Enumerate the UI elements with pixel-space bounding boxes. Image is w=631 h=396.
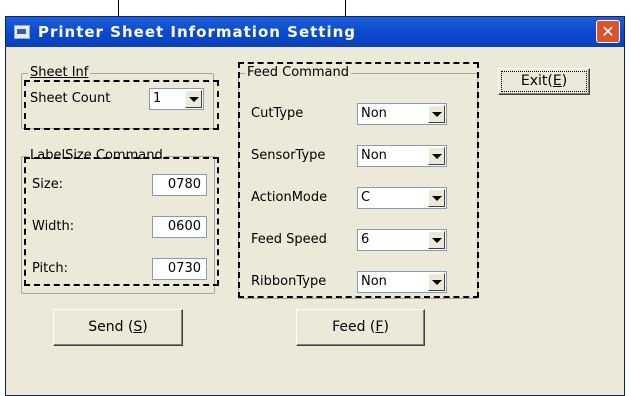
feed-button-text: Feed ( <box>332 319 376 335</box>
sheet-info-highlight <box>24 80 219 130</box>
feed-button-end: ) <box>383 319 389 335</box>
exit-button[interactable]: Exit(E) <box>498 68 590 95</box>
window-title: Printer Sheet Information Setting <box>38 23 357 41</box>
feed-button[interactable]: Feed (F) <box>296 309 425 346</box>
send-button-text: Send ( <box>88 319 134 335</box>
feed-command-highlight <box>238 62 479 298</box>
exit-button-key: E <box>552 73 562 89</box>
send-button[interactable]: Send (S) <box>53 309 183 346</box>
label-size-highlight <box>24 157 219 286</box>
app-icon <box>14 25 30 39</box>
send-button-end: ) <box>142 319 148 335</box>
exit-button-end: ) <box>561 73 568 89</box>
title-bar: Printer Sheet Information Setting ✕ <box>6 17 624 47</box>
close-button[interactable]: ✕ <box>596 20 620 43</box>
sheet-info-legend: Sheet Inf <box>28 65 91 80</box>
exit-button-text: Exit( <box>520 73 553 89</box>
send-button-key: S <box>133 319 143 335</box>
